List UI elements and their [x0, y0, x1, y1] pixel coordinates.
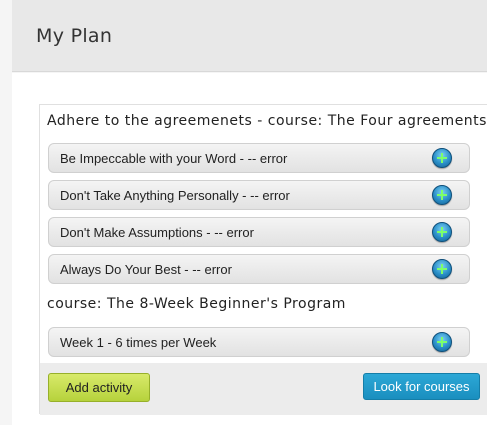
activity-label: Don't Make Assumptions - -- error	[60, 225, 254, 240]
activity-item[interactable]: Don't Take Anything Personally - -- erro…	[48, 180, 470, 210]
activity-label: Week 1 - 6 times per Week	[60, 335, 217, 350]
course-title: Adhere to the agreemenets - course: The …	[47, 113, 487, 129]
page-header: My Plan	[12, 0, 487, 72]
look-for-courses-button[interactable]: Look for courses	[363, 373, 480, 400]
add-circle-icon[interactable]	[432, 148, 452, 168]
page-title: My Plan	[36, 25, 113, 47]
activity-item[interactable]: Don't Make Assumptions - -- error	[48, 217, 470, 247]
activity-item[interactable]: Always Do Your Best - -- error	[48, 254, 470, 284]
add-circle-icon[interactable]	[432, 222, 452, 242]
course-title: course: The 8-Week Beginner's Program	[47, 296, 346, 312]
activity-item[interactable]: Be Impeccable with your Word - -- error	[48, 143, 470, 173]
add-circle-icon[interactable]	[432, 332, 452, 352]
activity-label: Be Impeccable with your Word - -- error	[60, 151, 288, 166]
add-activity-button[interactable]: Add activity	[48, 373, 150, 402]
activity-label: Don't Take Anything Personally - -- erro…	[60, 188, 290, 203]
activity-item[interactable]: Week 1 - 6 times per Week	[48, 327, 470, 357]
activity-label: Always Do Your Best - -- error	[60, 262, 232, 277]
add-circle-icon[interactable]	[432, 259, 452, 279]
add-circle-icon[interactable]	[432, 185, 452, 205]
